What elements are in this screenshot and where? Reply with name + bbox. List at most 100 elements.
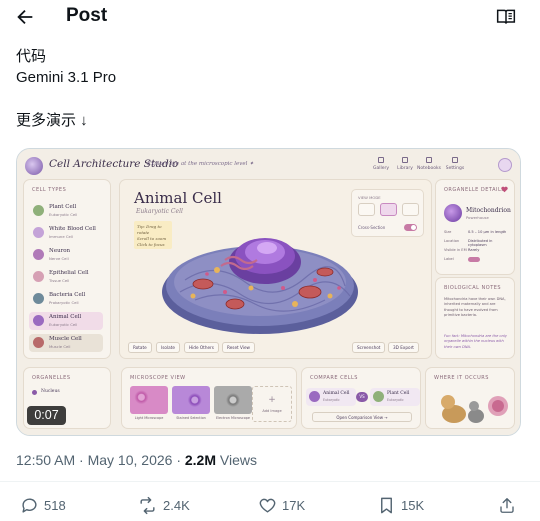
nav-label: Library <box>397 166 413 171</box>
3d-export-button[interactable]: 3D Export <box>388 342 419 353</box>
view-mode-solid-button[interactable] <box>358 203 375 216</box>
cross-section-toggle[interactable] <box>404 224 417 231</box>
view-mode-title: VIEW MODE <box>358 195 381 200</box>
organelle-item[interactable]: Nucleus <box>41 389 60 394</box>
screenshot-button[interactable]: Screenshot <box>352 342 386 353</box>
nav-settings[interactable]: Settings <box>443 157 467 171</box>
cell-type-name: Epithelial Cell <box>49 270 89 276</box>
view-mode-layers-button[interactable] <box>380 203 397 216</box>
cell-type-sub: Immune Cell <box>49 234 73 239</box>
animal-cell-3d-model[interactable] <box>155 200 365 340</box>
bookmark-button[interactable]: 15K <box>378 494 438 516</box>
post-text-line: Gemini 3.1 Pro <box>16 69 117 86</box>
open-comparison-button[interactable]: Open Comparison View → <box>312 412 412 422</box>
light-microscope-thumb[interactable] <box>130 386 168 414</box>
settings-icon <box>452 157 458 163</box>
detail-row: Location Distributed in cytoplasm <box>444 239 510 247</box>
tip-line: Click to focus <box>137 242 165 247</box>
isolate-button[interactable]: Isolate <box>156 342 180 353</box>
compare-name: Plant Cell <box>387 391 410 396</box>
detail-key: Label <box>444 257 454 261</box>
page-title: Post <box>66 5 108 26</box>
compare-name: Animal Cell <box>323 391 350 396</box>
cell-viewer-panel[interactable]: Animal Cell Eukaryotic Cell Tip: Drag to… <box>119 179 432 359</box>
share-button[interactable] <box>498 494 518 516</box>
notes-text: Mitochondria have their own DNA, inherit… <box>444 297 506 318</box>
electron-microscope-thumb[interactable] <box>214 386 252 414</box>
post-text-line: 代码 <box>16 48 47 65</box>
reply-button[interactable]: 518 <box>20 494 80 516</box>
post-timestamp[interactable]: 12:50 AM · May 10, 2026 · <box>16 452 185 468</box>
cell-type-item[interactable]: Epithelial Cell Tissue Cell <box>29 268 103 286</box>
back-arrow-icon[interactable] <box>14 6 36 28</box>
bookmark-count: 15K <box>401 498 425 513</box>
cell-type-sub: Nerve Cell <box>49 256 69 261</box>
cell-type-name: Neuron <box>49 248 71 254</box>
plus-icon: + <box>268 395 276 405</box>
cell-type-item[interactable]: White Blood Cell Immune Cell <box>29 224 103 242</box>
cell-type-item-selected[interactable]: Animal Cell Eukaryotic Cell <box>29 312 103 330</box>
compare-card-b[interactable]: Plant Cell Eukaryotic <box>370 388 420 406</box>
cell-type-name: Animal Cell <box>49 314 82 320</box>
compare-card-a[interactable]: Animal Cell Eukaryotic <box>306 388 356 406</box>
cell-type-sub: Eukaryotic Cell <box>49 212 78 217</box>
nav-gallery[interactable]: Gallery <box>369 157 393 171</box>
repost-count: 2.4K <box>163 498 190 513</box>
views-count: 2.2M <box>184 452 216 468</box>
cell-type-item[interactable]: Plant Cell Eukaryotic Cell <box>29 202 103 220</box>
cell-type-item[interactable]: Neuron Nerve Cell <box>29 246 103 264</box>
epithelial-cell-icon <box>33 271 44 282</box>
panel-title: Cell Types <box>32 187 67 193</box>
detail-key: Size <box>444 230 452 234</box>
detail-row: Size 0.5 – 10 µm in length <box>444 230 510 234</box>
label-toggle[interactable] <box>468 257 480 262</box>
detail-value: Distributed in cytoplasm <box>468 239 493 247</box>
view-mode-xray-button[interactable] <box>402 203 419 216</box>
neuron-icon <box>33 249 44 260</box>
cross-section-label: Cross-Section <box>358 225 386 230</box>
hide-others-button[interactable]: Hide Others <box>184 342 219 353</box>
bacteria-cell-icon <box>33 293 44 304</box>
panel-title: Organelle Details <box>444 187 505 193</box>
nav-library[interactable]: Library <box>393 157 417 171</box>
white-blood-cell-icon <box>33 227 44 238</box>
repost-button[interactable]: 2.4K <box>137 494 207 516</box>
cell-subtitle: Eukaryotic Cell <box>136 208 183 215</box>
notes-fun-fact: Fun fact: Mitochondria are the only orga… <box>444 334 508 349</box>
detail-value: Rarely <box>468 248 480 252</box>
nav-notebooks[interactable]: Notebooks <box>417 157 441 171</box>
post-header: Post <box>0 0 540 34</box>
thumb-label: Stained Selection <box>176 416 206 420</box>
compare-sub: Eukaryotic <box>323 398 340 402</box>
animals-illustration <box>441 395 508 423</box>
add-image-button[interactable]: + Add Image <box>252 386 292 422</box>
stained-selection-thumb[interactable] <box>172 386 210 414</box>
repost-icon <box>140 496 155 515</box>
detail-value: 0.5 – 10 µm in length <box>468 230 507 234</box>
video-player[interactable]: Cell Architecture Studio Explore life at… <box>16 148 521 436</box>
rotate-button[interactable]: Rotate <box>128 342 152 353</box>
cell-type-item[interactable]: Muscle Cell Muscle Cell <box>29 334 103 352</box>
compare-sub: Eukaryotic <box>387 398 404 402</box>
panel-title: Biological Notes <box>444 285 502 291</box>
thumb-label: Electron Microscope <box>215 416 251 420</box>
library-icon <box>402 157 408 163</box>
detail-row: Visible in EM Rarely <box>444 248 510 252</box>
panel-title: Compare Cells <box>310 375 358 381</box>
mitochondrion-icon <box>444 204 462 222</box>
tip-sticky-note: Tip: Drag to rotate Scroll to zoom Click… <box>134 221 172 249</box>
app-tagline: Explore life at the microscopic level ✦ <box>147 161 254 167</box>
cell-types-panel: Cell Types Plant Cell Eukaryotic Cell Wh… <box>23 179 111 359</box>
cell-type-item[interactable]: Bacteria Cell Prokaryotic Cell <box>29 290 103 308</box>
cell-type-name: White Blood Cell <box>49 226 96 232</box>
like-button[interactable]: 17K <box>258 494 318 516</box>
biological-notes-panel: Biological Notes Mitochondria have their… <box>435 277 515 359</box>
heart-icon[interactable] <box>501 186 508 193</box>
plant-cell-icon <box>373 391 384 402</box>
user-avatar[interactable] <box>498 158 512 172</box>
nav-label: Settings <box>445 166 465 171</box>
panel-title: Where It Occurs <box>434 375 489 381</box>
reset-view-button[interactable]: Reset View <box>222 342 255 353</box>
reader-mode-icon[interactable] <box>496 7 516 27</box>
app-screenshot: Cell Architecture Studio Explore life at… <box>17 149 520 435</box>
